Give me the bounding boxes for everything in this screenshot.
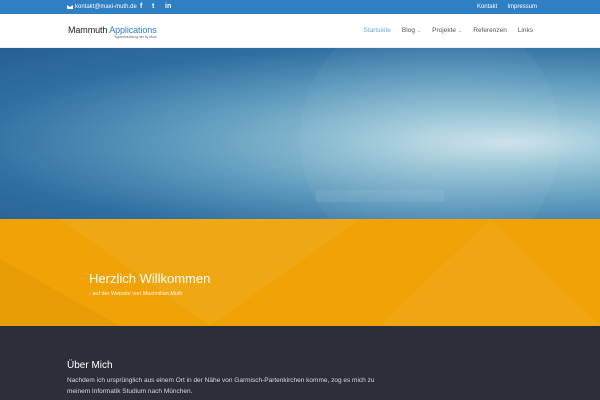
twitter-icon[interactable]: t (152, 2, 154, 11)
main-header: Mammuth Applications Appentwicklung der … (0, 14, 600, 48)
main-nav: Startseite Blog ⌄ Projekte ⌄ Referenzen Li… (363, 26, 533, 36)
welcome-title: Herzlich Willkommen (89, 271, 211, 286)
welcome-decor-shape (380, 219, 600, 326)
nav-blog-label: Blog (401, 27, 415, 34)
welcome-section: Herzlich Willkommen - auf der Website vo… (0, 219, 600, 326)
linkedin-icon[interactable]: in (165, 2, 171, 11)
nav-blog[interactable]: Blog ⌄ (402, 26, 421, 36)
contact-email: kontakt@maxi-muth.de (75, 4, 137, 10)
nav-startseite[interactable]: Startseite (363, 26, 390, 36)
hero-banner (0, 48, 600, 219)
top-bar: kontakt@maxi-muth.de f t in Kontakt Impr… (0, 0, 600, 14)
about-section: Über Mich Nachdem ich ursprünglich aus e… (0, 326, 600, 400)
nav-referenzen[interactable]: Referenzen (473, 26, 507, 36)
chevron-down-icon: ⌄ (416, 28, 422, 34)
hero-faded-title (316, 190, 444, 202)
facebook-icon[interactable]: f (140, 2, 142, 11)
chevron-down-icon: ⌄ (458, 28, 463, 34)
logo-tagline: Appentwicklung der by Maxi (114, 35, 157, 39)
about-text: Nachdem ich ursprünglich aus einem Ort i… (67, 377, 375, 395)
envelope-icon (67, 5, 73, 9)
about-title: Über Mich (67, 360, 113, 371)
impressum-link[interactable]: Impressum (507, 2, 537, 12)
site-logo[interactable]: Mammuth Applications Appentwicklung der … (68, 25, 157, 40)
kontakt-link[interactable]: Kontakt (477, 2, 497, 12)
top-links: Kontakt Impressum (477, 2, 537, 12)
nav-links[interactable]: Links (518, 26, 533, 36)
logo-word-1: Mammuth (68, 25, 108, 35)
contact-email-link[interactable]: kontakt@maxi-muth.de (67, 2, 137, 12)
nav-projekte-label: Projekte (432, 27, 456, 34)
welcome-subtitle: - auf der Website von Maximilian Muth (89, 291, 183, 297)
logo-word-2: Applications (109, 25, 157, 35)
nav-projekte[interactable]: Projekte ⌄ (432, 26, 462, 36)
logo-wordmark: Mammuth Applications (68, 25, 157, 35)
